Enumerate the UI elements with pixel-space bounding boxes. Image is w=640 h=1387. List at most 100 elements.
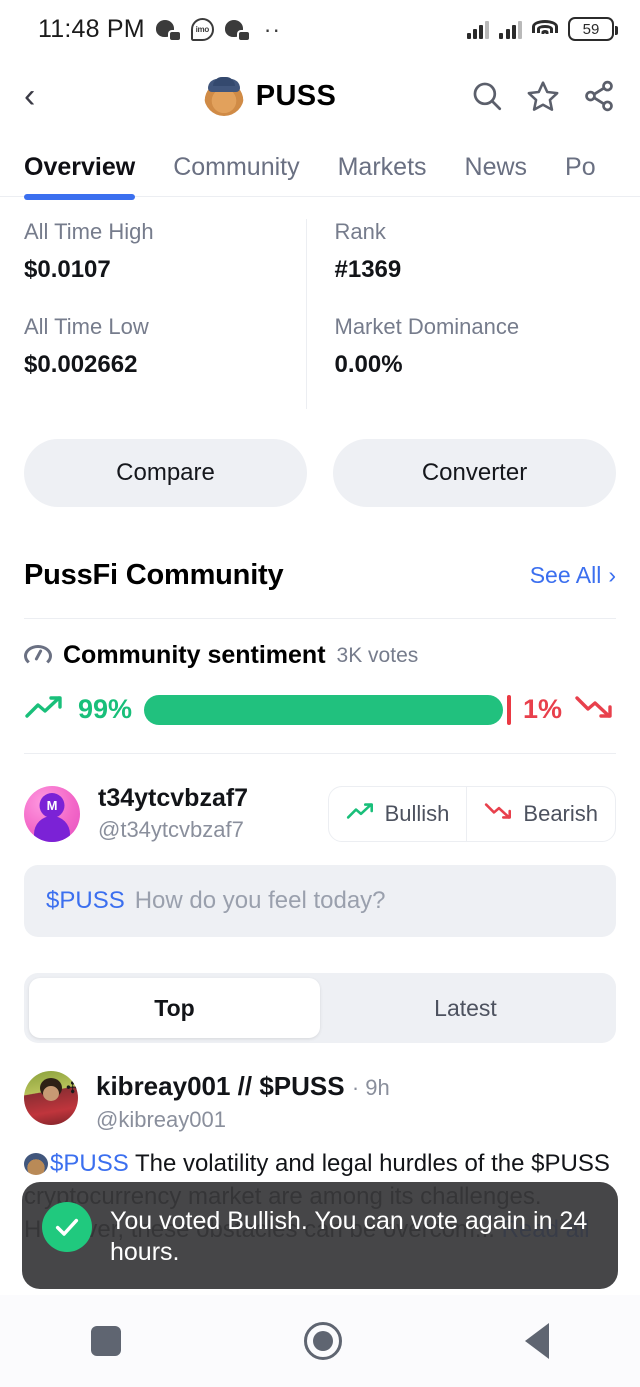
tab-bar: Overview Community Markets News Po (0, 134, 640, 200)
stat-value: $0.002662 (24, 351, 138, 378)
stat-label: All Time Low (24, 314, 149, 339)
stats-grid: All Time High $0.0107 All Time Low $0.00… (0, 197, 640, 419)
sentiment-title: Community sentiment (63, 641, 326, 669)
wifi-icon (532, 19, 558, 39)
tab-community[interactable]: Community (173, 153, 299, 196)
toast-message: You voted Bullish. You can vote again in… (110, 1207, 588, 1266)
feed-sort-segmented-control: Top Latest (24, 973, 616, 1043)
signal-bars-icon (499, 19, 522, 39)
stats-column-right: Rank #1369 Market Dominance 0.00% (305, 219, 617, 409)
composer-placeholder: How do you feel today? (134, 887, 386, 914)
app-header: ‹ PUSS (0, 58, 640, 134)
android-navigation-bar (0, 1295, 640, 1387)
stat-all-time-high: All Time High $0.0107 (24, 219, 288, 284)
status-bar-right: 59 (466, 17, 618, 41)
header-title-group: PUSS (70, 76, 470, 116)
battery-level-label: 59 (582, 20, 600, 38)
recents-square-icon[interactable] (91, 1326, 122, 1356)
back-button[interactable]: ‹ (24, 79, 70, 113)
sentiment-vote-count: 3K votes (336, 643, 419, 667)
page-title: PUSS (255, 79, 337, 112)
avatar: ✣ (24, 1071, 78, 1125)
stat-label: All Time High (24, 219, 154, 244)
converter-button[interactable]: Converter (333, 439, 616, 507)
app-notification-icon (224, 19, 249, 40)
gauge-icon (24, 644, 52, 667)
stat-value: 0.00% (334, 351, 403, 378)
bullish-vote-button[interactable]: Bullish (329, 787, 467, 841)
bearish-percent: 1% (522, 694, 562, 724)
cat-with-hat-avatar (24, 1153, 48, 1175)
community-sentiment: Community sentiment 3K votes 99% 1% (0, 619, 640, 727)
trend-up-icon (346, 800, 376, 828)
trend-up-icon (24, 692, 66, 727)
stat-value: #1369 (334, 256, 402, 283)
sentiment-bar-row: 99% 1% (24, 692, 616, 727)
community-section-header: PussFi Community See All › (0, 507, 640, 592)
tab-portfolio[interactable]: Po (565, 153, 596, 196)
trend-down-icon (484, 800, 514, 828)
app-notification-icon (155, 19, 180, 40)
search-icon[interactable] (470, 79, 504, 113)
sentiment-bar (144, 694, 511, 725)
avatar-body (34, 815, 70, 842)
sentiment-header: Community sentiment 3K votes (24, 641, 616, 670)
post-author-handle: @kibreay001 (96, 1107, 226, 1132)
post-cashtag: $PUSS (50, 1150, 129, 1177)
chevron-right-icon: › (608, 562, 616, 588)
bearish-vote-button[interactable]: Bearish (466, 786, 615, 841)
see-all-button[interactable]: See All › (530, 562, 616, 589)
tab-overview[interactable]: Overview (24, 153, 136, 200)
see-all-label: See All (529, 562, 602, 588)
community-section-title: PussFi Community (24, 559, 284, 591)
post-composer-input[interactable]: $PUSS How do you feel today? (24, 865, 616, 937)
avatar: M (24, 785, 80, 842)
share-icon[interactable] (582, 79, 616, 113)
voter-handle: @t34ytcvbzaf7 (98, 817, 244, 842)
status-bar: 11:48 PM imo ·· 59 (0, 0, 640, 58)
status-bar-clock: 11:48 PM (38, 14, 145, 43)
star-icon[interactable] (526, 79, 560, 113)
post-author-label: kibreay001 // $PUSS (96, 1071, 345, 1101)
tab-latest[interactable]: Latest (320, 978, 611, 1038)
feed-post[interactable]: ✣ kibreay001 // $PUSS · 9h @kibreay001 (0, 1043, 640, 1133)
stat-value: $0.0107 (24, 256, 111, 283)
stat-label: Rank (334, 219, 386, 244)
back-triangle-icon[interactable] (524, 1323, 549, 1359)
sentiment-bar-bearish (507, 694, 511, 725)
bullish-vote-label: Bullish (384, 800, 450, 826)
voter-name: t34ytcvbzaf7 (98, 784, 249, 812)
post-identity: kibreay001 // $PUSS · 9h @kibreay001 (96, 1071, 390, 1133)
bearish-vote-label: Bearish (523, 800, 598, 826)
bullish-percent: 99% (78, 694, 133, 724)
stat-all-time-low: All Time Low $0.002662 (24, 314, 288, 379)
home-circle-icon[interactable] (303, 1322, 342, 1360)
voter-identity: t34ytcvbzaf7 @t34ytcvbzaf7 (98, 784, 328, 843)
tab-markets[interactable]: Markets (338, 153, 427, 196)
cat-with-hat-avatar (203, 76, 244, 116)
action-pill-row: Compare Converter (0, 419, 640, 507)
stat-label: Market Dominance (334, 314, 520, 339)
header-actions (470, 79, 616, 113)
composer-cashtag: $PUSS (46, 887, 125, 914)
toast-notification: You voted Bullish. You can vote again in… (22, 1182, 618, 1289)
compare-button[interactable]: Compare (24, 439, 307, 507)
avatar-head: M (39, 792, 65, 818)
check-circle-icon (42, 1202, 92, 1252)
status-bar-left: 11:48 PM imo ·· (38, 14, 282, 43)
stat-market-dominance: Market Dominance 0.00% (335, 314, 599, 379)
post-author-name: kibreay001 // $PUSS · 9h (96, 1071, 390, 1102)
tab-news[interactable]: News (465, 153, 528, 196)
stat-rank: Rank #1369 (335, 219, 599, 284)
sentiment-bar-bullish (144, 694, 504, 725)
trend-down-icon (574, 692, 616, 727)
imo-icon: imo (190, 17, 214, 41)
voter-row: M t34ytcvbzaf7 @t34ytcvbzaf7 Bullish Bea… (0, 754, 640, 843)
spider-badge-icon: ✣ (66, 1080, 78, 1097)
battery-icon: 59 (568, 17, 618, 41)
post-timestamp: · 9h (351, 1075, 390, 1100)
vote-button-group: Bullish Bearish (327, 785, 616, 842)
stats-column-left: All Time High $0.0107 All Time Low $0.00… (24, 219, 306, 409)
signal-bars-icon (466, 19, 490, 39)
tab-top[interactable]: Top (29, 978, 320, 1038)
